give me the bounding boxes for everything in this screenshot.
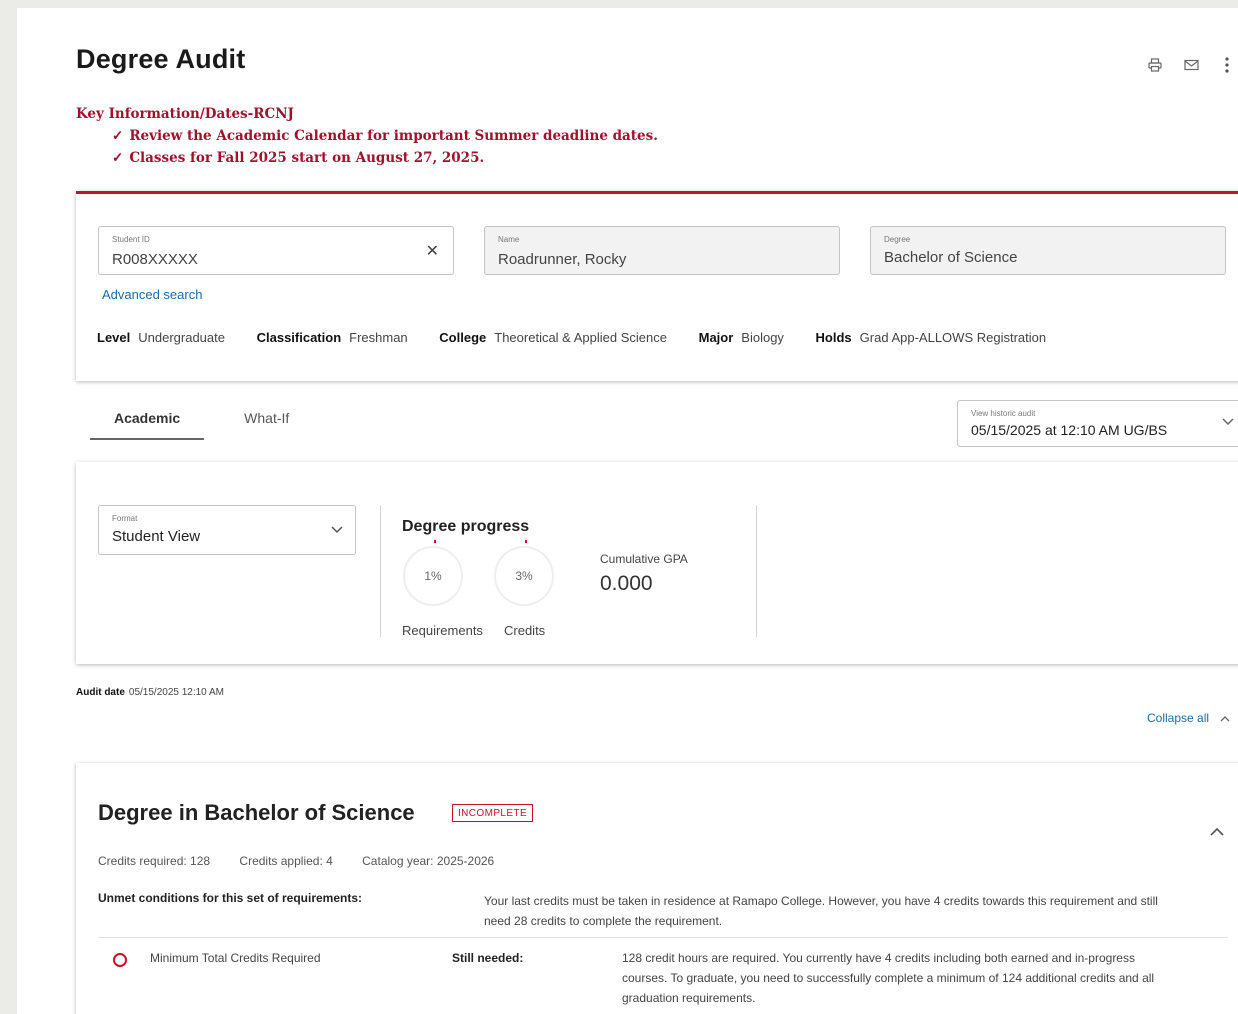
progress-indicator [434, 540, 436, 543]
collapse-all-label: Collapse all [1147, 711, 1210, 725]
student-meta-row: Level Undergraduate Classification Freshma… [97, 330, 1074, 345]
credits-progress-ring: 3% [494, 540, 554, 606]
credits-label: Credits [504, 623, 546, 638]
page-container: Degree Audit Key Information/Dates-RCNJ … [17, 8, 1238, 1014]
requirements-percent: 1% [424, 569, 442, 583]
degree-field: Degree Bachelor of Science [870, 226, 1226, 275]
still-needed-label: Still needed: [452, 951, 524, 965]
progress-divider-left [380, 505, 381, 637]
degree-label: Degree [884, 235, 911, 244]
check-icon: ✓ [112, 128, 124, 144]
student-id-field[interactable]: Student ID R008XXXXX ✕ [98, 226, 454, 275]
chevron-up-icon [1220, 716, 1230, 722]
tab-what-if[interactable]: What-If [220, 400, 313, 440]
still-needed-text: 128 credit hours are required. You curre… [622, 951, 1155, 1005]
progress-divider-right [756, 505, 757, 637]
key-info-line: ✓ Review the Academic Calendar for import… [112, 128, 658, 144]
check-icon: ✓ [112, 150, 124, 166]
catalog-year: Catalog year: 2025-2026 [362, 854, 495, 868]
credits-required: Credits required: 128 [98, 854, 211, 868]
print-icon[interactable] [1146, 56, 1164, 74]
name-value: Roadrunner, Rocky [498, 251, 627, 268]
collapse-all-button[interactable]: Collapse all [1147, 711, 1230, 725]
gpa-value: 0.000 [600, 572, 653, 595]
chevron-down-icon [331, 526, 343, 534]
close-icon[interactable]: ✕ [426, 241, 439, 261]
name-field: Name Roadrunner, Rocky [484, 226, 840, 275]
requirement-name[interactable]: Minimum Total Credits Required [150, 951, 321, 965]
advanced-search-link[interactable]: Advanced search [102, 287, 202, 302]
degree-requirements-card: Degree in Bachelor of Science INCOMPLETE… [76, 763, 1238, 1014]
email-icon[interactable] [1182, 56, 1200, 74]
audit-date: Audit date 05/15/2025 12:10 AM [76, 687, 224, 698]
requirement-divider [98, 937, 1228, 938]
degree-progress-title: Degree progress [402, 518, 530, 535]
student-info-card: Student ID R008XXXXX ✕ Name Roadrunner, … [76, 191, 1238, 381]
header-actions [1146, 56, 1236, 74]
incomplete-status-icon [113, 953, 127, 967]
progress-indicator [525, 540, 527, 543]
key-info-text: Classes for Fall 2025 start on August 27… [129, 150, 485, 166]
meta-college: College Theoretical & Applied Science [439, 330, 667, 345]
historic-audit-value: 05/15/2025 at 12:10 AM UG/BS [971, 422, 1168, 438]
gpa-label: Cumulative GPA [600, 552, 688, 566]
key-info-text: Review the Academic Calendar for importa… [129, 128, 658, 144]
chevron-down-icon [1222, 418, 1234, 426]
key-information: Key Information/Dates-RCNJ ✓ Review the A… [76, 106, 658, 166]
status-badge: INCOMPLETE [452, 804, 534, 822]
tab-academic[interactable]: Academic [90, 400, 205, 440]
degree-credits-row: Credits required: 128 Credits applied: 4… [98, 854, 520, 868]
meta-classification: Classification Freshman [256, 330, 408, 345]
historic-audit-select[interactable]: View historic audit 05/15/2025 at 12:10 … [957, 400, 1238, 447]
page-title: Degree Audit [76, 44, 246, 74]
meta-level: Level Undergraduate [97, 330, 225, 345]
degree-progress-card: Format Student View Degree progress 1% 3… [76, 462, 1238, 664]
format-value: Student View [112, 528, 201, 545]
credits-percent: 3% [515, 569, 533, 583]
format-label: Format [112, 514, 138, 523]
audit-tabs: Academic What-If [90, 400, 329, 440]
historic-audit-label: View historic audit [971, 409, 1036, 418]
credits-applied: Credits applied: 4 [239, 854, 333, 868]
audit-date-label: Audit date [76, 687, 125, 698]
meta-major: Major Biology [698, 330, 784, 345]
more-vertical-icon[interactable] [1218, 56, 1236, 74]
student-id-label: Student ID [112, 235, 150, 244]
meta-holds: Holds Grad App-ALLOWS Registration [815, 330, 1047, 345]
requirements-label: Requirements [402, 623, 483, 638]
student-id-value[interactable]: R008XXXXX [112, 251, 198, 268]
name-label: Name [498, 235, 520, 244]
chevron-up-icon[interactable] [1209, 827, 1225, 837]
degree-value: Bachelor of Science [884, 249, 1018, 266]
unmet-conditions-label: Unmet conditions for this set of require… [98, 891, 363, 905]
key-info-line: ✓ Classes for Fall 2025 start on August 2… [112, 150, 658, 166]
degree-block-title: Degree in Bachelor of Science [98, 800, 415, 825]
format-select[interactable]: Format Student View [98, 505, 356, 555]
unmet-conditions-text: Your last credits must be taken in resid… [484, 894, 1158, 928]
requirements-progress-ring: 1% [403, 540, 463, 606]
key-info-heading: Key Information/Dates-RCNJ [76, 106, 294, 122]
audit-date-value: 05/15/2025 12:10 AM [128, 687, 224, 698]
